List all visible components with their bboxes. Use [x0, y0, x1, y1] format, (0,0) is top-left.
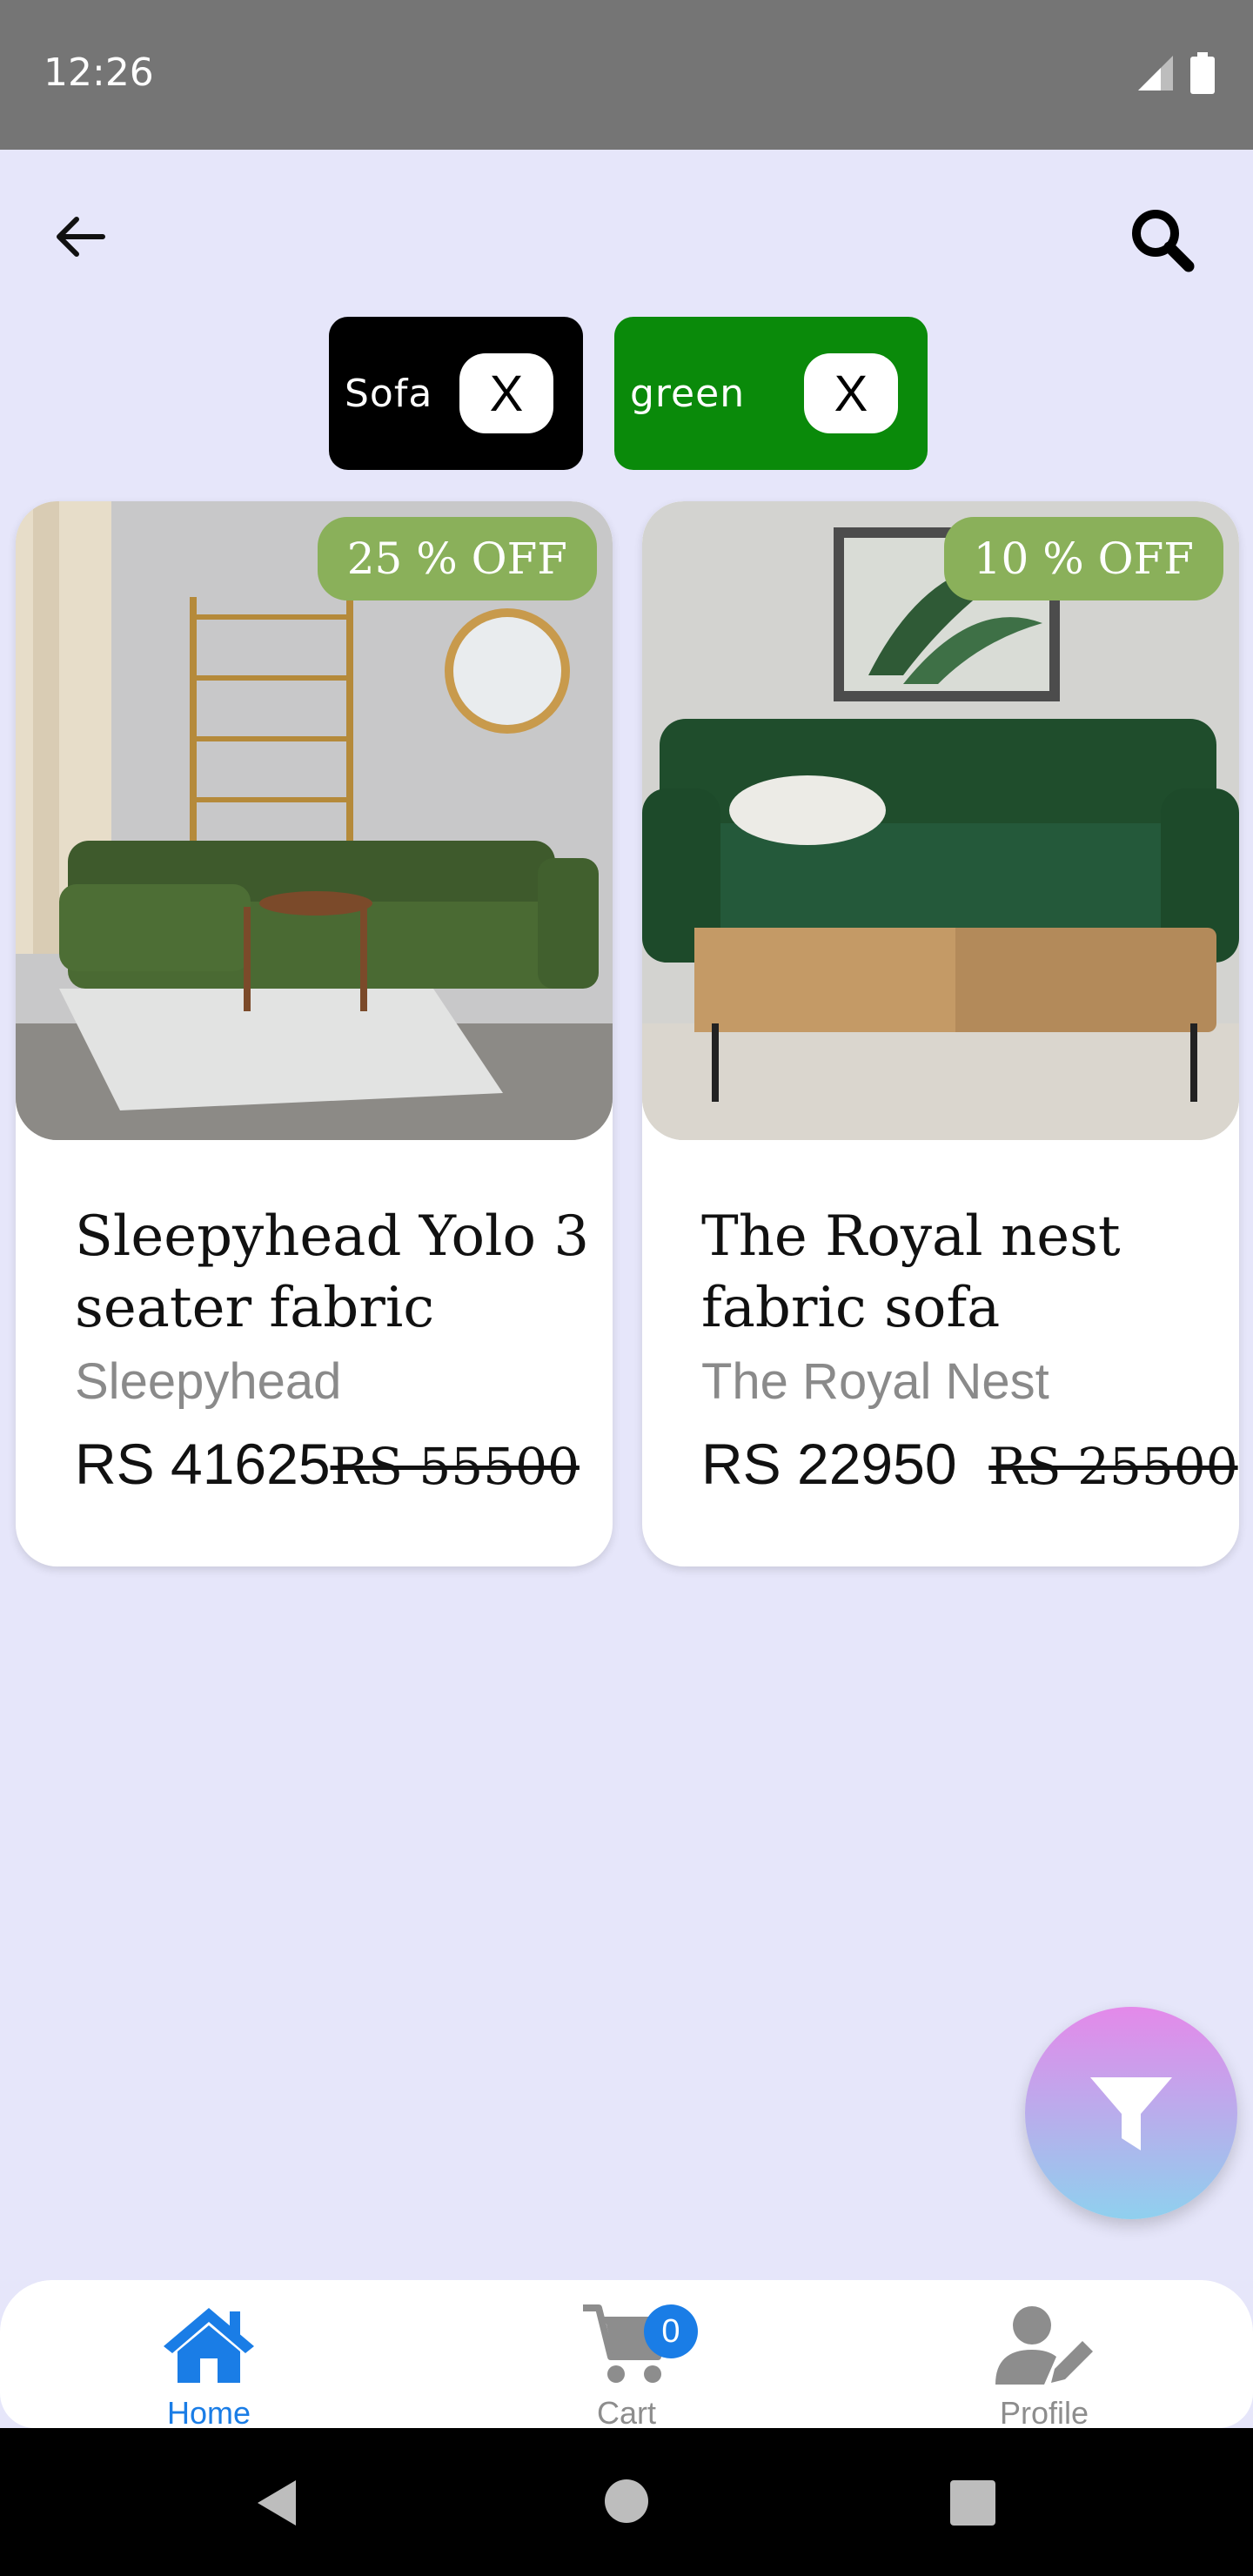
arrow-left-icon	[57, 217, 105, 257]
system-navigation-bar	[0, 2428, 1253, 2576]
system-recents-icon[interactable]	[950, 2480, 995, 2526]
nav-profile[interactable]: Profile	[948, 2294, 1140, 2431]
search-button[interactable]	[1122, 200, 1201, 278]
product-image: 10 % OFF	[642, 501, 1239, 1140]
product-old-price: RS 55500	[330, 1437, 580, 1496]
filter-fab-button[interactable]	[1025, 2007, 1237, 2219]
cart-count-badge: 0	[644, 2304, 698, 2358]
nav-home[interactable]: Home	[113, 2294, 305, 2431]
system-home-icon[interactable]	[604, 2479, 649, 2524]
product-brand: The Royal Nest	[701, 1353, 1049, 1410]
product-card[interactable]: 10 % OFF The Royal nest fabric sofa The …	[642, 501, 1239, 1566]
status-bar: 12:26	[0, 0, 1253, 150]
system-back-icon[interactable]	[252, 2477, 301, 2529]
user-edit-icon	[995, 2306, 1093, 2385]
product-price-row: RS 41625RS 55500	[75, 1431, 580, 1497]
signal-icon	[1138, 56, 1173, 91]
discount-badge: 25 % OFF	[317, 517, 597, 600]
search-icon	[1132, 210, 1195, 272]
nav-cart-label: Cart	[596, 2395, 656, 2431]
nav-profile-label: Profile	[999, 2395, 1089, 2431]
product-title: Sleepyhead Yolo 3 seater fabric	[75, 1204, 590, 1340]
product-old-price: RS 25500	[988, 1437, 1238, 1496]
bottom-navigation: Home 0 Cart Profile	[0, 2280, 1253, 2431]
status-time: 12:26	[44, 50, 154, 95]
app-bar	[0, 150, 1253, 324]
filter-icon	[1090, 2077, 1172, 2150]
product-title: The Royal nest fabric sofa	[701, 1204, 1121, 1340]
filter-chip-label: green	[630, 371, 746, 416]
battery-icon	[1190, 52, 1215, 94]
filter-chip-sofa: Sofa X	[329, 317, 583, 470]
filter-chip-label: Sofa	[345, 371, 433, 416]
back-button[interactable]	[45, 202, 115, 272]
discount-badge: 10 % OFF	[943, 517, 1223, 600]
home-icon	[164, 2308, 254, 2383]
filter-chip-green: green X	[614, 317, 928, 470]
product-brand: Sleepyhead	[75, 1353, 342, 1410]
product-price: RS 22950	[701, 1432, 957, 1496]
filter-chips: Sofa X green X	[0, 317, 1253, 470]
nav-cart[interactable]: 0 Cart	[531, 2294, 722, 2431]
remove-filter-button[interactable]: X	[804, 353, 898, 433]
product-price: RS 41625	[75, 1432, 331, 1496]
remove-filter-button[interactable]: X	[459, 353, 553, 433]
nav-home-label: Home	[166, 2395, 251, 2431]
product-image: 25 % OFF	[16, 501, 613, 1140]
product-card[interactable]: 25 % OFF Sleepyhead Yolo 3 seater fabric…	[16, 501, 613, 1566]
product-price-row: RS 22950 RS 25500	[701, 1431, 1238, 1497]
status-icons	[1136, 52, 1215, 94]
